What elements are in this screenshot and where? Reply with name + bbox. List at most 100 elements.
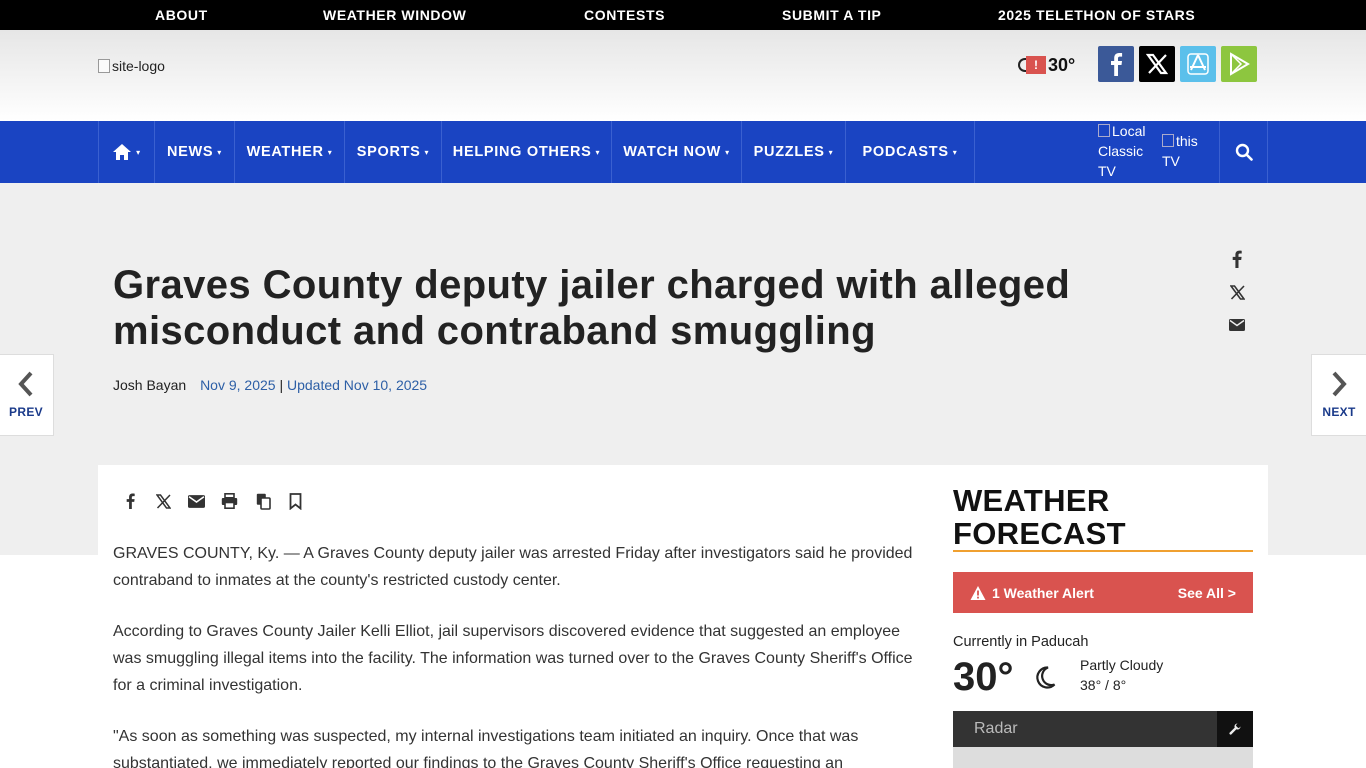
header-temperature: 30°	[1048, 54, 1076, 75]
facebook-icon	[1111, 53, 1123, 76]
weather-alert-banner[interactable]: 1 Weather Alert See All >	[953, 572, 1253, 613]
chevron-down-icon: ▾	[217, 147, 223, 157]
chevron-down-icon: ▾	[424, 147, 430, 157]
google-play-icon	[1230, 52, 1250, 76]
facebook-icon	[126, 493, 135, 509]
side-share-facebook[interactable]	[1226, 248, 1248, 270]
promo-text: this	[1176, 133, 1198, 149]
local-classic-tv-link[interactable]: Local Classic TV	[1098, 121, 1158, 181]
promo-line: Classic	[1098, 143, 1144, 159]
radar-input[interactable]: Radar	[953, 720, 1217, 738]
envelope-icon	[187, 494, 205, 508]
topbar-link-weather-window[interactable]: WEATHER WINDOW	[323, 0, 466, 30]
topbar-link-submit-tip[interactable]: SUBMIT A TIP	[782, 0, 882, 30]
date-separator: |	[279, 377, 284, 393]
chevron-left-icon	[18, 371, 33, 397]
promo-line: this	[1162, 131, 1218, 151]
author-name[interactable]: Josh Bayan	[113, 377, 186, 393]
warning-icon	[970, 585, 986, 600]
topbar-link-contests[interactable]: CONTESTS	[584, 0, 665, 30]
nav-watch-now[interactable]: WATCH NOW ▾	[612, 121, 742, 183]
article-paragraph: "As soon as something was suspected, my …	[113, 728, 859, 768]
prev-article-button[interactable]: PREV	[0, 354, 54, 436]
current-temperature: 30°	[953, 655, 1014, 699]
this-tv-link[interactable]: this TV	[1162, 131, 1218, 171]
promo-line: TV	[1162, 153, 1180, 169]
facebook-icon	[1232, 250, 1242, 268]
envelope-icon	[1229, 319, 1245, 331]
print-button[interactable]	[219, 490, 239, 512]
share-email-button[interactable]	[186, 490, 206, 512]
published-date: Nov 9, 2025	[200, 377, 276, 393]
app-store-icon	[1187, 53, 1209, 75]
nav-podcasts[interactable]: PODCASTS ▾	[846, 121, 975, 183]
x-button[interactable]	[1139, 46, 1175, 82]
next-article-button[interactable]: NEXT	[1311, 354, 1366, 436]
site-header: site-logo ! 30°	[0, 30, 1366, 121]
facebook-button[interactable]	[1098, 46, 1134, 82]
side-share-email[interactable]	[1226, 314, 1248, 336]
nav-weather[interactable]: WEATHER ▾	[235, 121, 345, 183]
nav-label: HELPING OTHERS	[452, 144, 592, 160]
search-button[interactable]	[1219, 121, 1268, 183]
promo-line: Local	[1098, 121, 1158, 141]
nav-label: WATCH NOW	[623, 144, 722, 160]
x-logo-icon	[1229, 284, 1245, 300]
see-all-alerts-link[interactable]: See All >	[1178, 585, 1236, 601]
updated-date: Updated Nov 10, 2025	[286, 377, 428, 393]
current-location: Currently in Paducah	[953, 634, 1089, 650]
nav-label: NEWS	[166, 144, 214, 160]
x-logo-icon	[155, 493, 171, 509]
article-paragraph: GRAVES COUNTY, Ky. — A Graves County dep…	[113, 545, 913, 589]
copy-link-button[interactable]	[253, 490, 273, 512]
prev-label: PREV	[9, 405, 43, 419]
nav-helping-others[interactable]: HELPING OTHERS ▾	[442, 121, 612, 183]
wrench-icon	[1229, 723, 1241, 735]
chevron-down-icon: ▾	[327, 147, 333, 157]
nav-label: WEATHER	[246, 144, 324, 160]
nav-news[interactable]: NEWS ▾	[155, 121, 235, 183]
site-logo[interactable]: site-logo	[98, 58, 165, 74]
promo-text: Local	[1112, 123, 1146, 139]
header-weather-widget[interactable]: ! 30°	[1018, 54, 1075, 76]
topbar-link-about[interactable]: ABOUT	[155, 0, 208, 30]
side-share-x[interactable]	[1226, 281, 1248, 303]
radar-map-preview[interactable]	[953, 747, 1253, 768]
chevron-down-icon: ▾	[952, 147, 958, 157]
nav-puzzles[interactable]: PUZZLES ▾	[742, 121, 846, 183]
temperature-range: 38° / 8°	[1080, 677, 1127, 693]
nav-label: PODCASTS	[862, 144, 949, 160]
app-store-button[interactable]	[1180, 46, 1216, 82]
article-paragraph: According to Graves County Jailer Kelli …	[113, 623, 913, 694]
chevron-down-icon: ▾	[136, 147, 141, 157]
chevron-down-icon: ▾	[725, 147, 730, 157]
x-logo-icon	[1146, 53, 1168, 75]
bookmark-icon	[289, 492, 301, 510]
next-label: NEXT	[1322, 405, 1356, 419]
site-logo-alt-text: site-logo	[112, 58, 165, 74]
nav-label: SPORTS	[356, 144, 421, 160]
broken-image-icon	[1098, 124, 1110, 137]
promo-line: TV	[1098, 163, 1116, 179]
nav-home[interactable]: ▾	[99, 121, 155, 183]
radar-location-button[interactable]	[1217, 711, 1253, 747]
chevron-right-icon	[1332, 371, 1347, 397]
bookmark-button[interactable]	[285, 490, 305, 512]
weather-forecast-title: WEATHER FORECAST	[953, 484, 1253, 552]
broken-image-icon	[98, 59, 110, 73]
nav-label: PUZZLES	[753, 144, 825, 160]
google-play-button[interactable]	[1221, 46, 1257, 82]
top-utility-bar: ABOUT WEATHER WINDOW CONTESTS SUBMIT A T…	[0, 0, 1366, 30]
topbar-link-telethon[interactable]: 2025 TELETHON OF STARS	[998, 0, 1195, 30]
article-headline: Graves County deputy jailer charged with…	[113, 263, 1071, 353]
chevron-down-icon: ▾	[828, 147, 834, 157]
weather-alert-text: 1 Weather Alert	[992, 584, 1094, 601]
current-condition: Partly Cloudy	[1080, 657, 1164, 673]
nav-sports[interactable]: SPORTS ▾	[345, 121, 442, 183]
main-navigation: ▾ NEWS ▾ WEATHER ▾ SPORTS ▾ HELPING OTHERS ▾…	[0, 121, 1366, 183]
chevron-down-icon: ▾	[595, 147, 601, 157]
share-x-button[interactable]	[153, 490, 173, 512]
share-facebook-button[interactable]	[120, 490, 140, 512]
copy-icon	[256, 493, 271, 510]
article-byline: Josh Bayan Nov 9, 2025 | Updated Nov 10,…	[113, 377, 427, 393]
